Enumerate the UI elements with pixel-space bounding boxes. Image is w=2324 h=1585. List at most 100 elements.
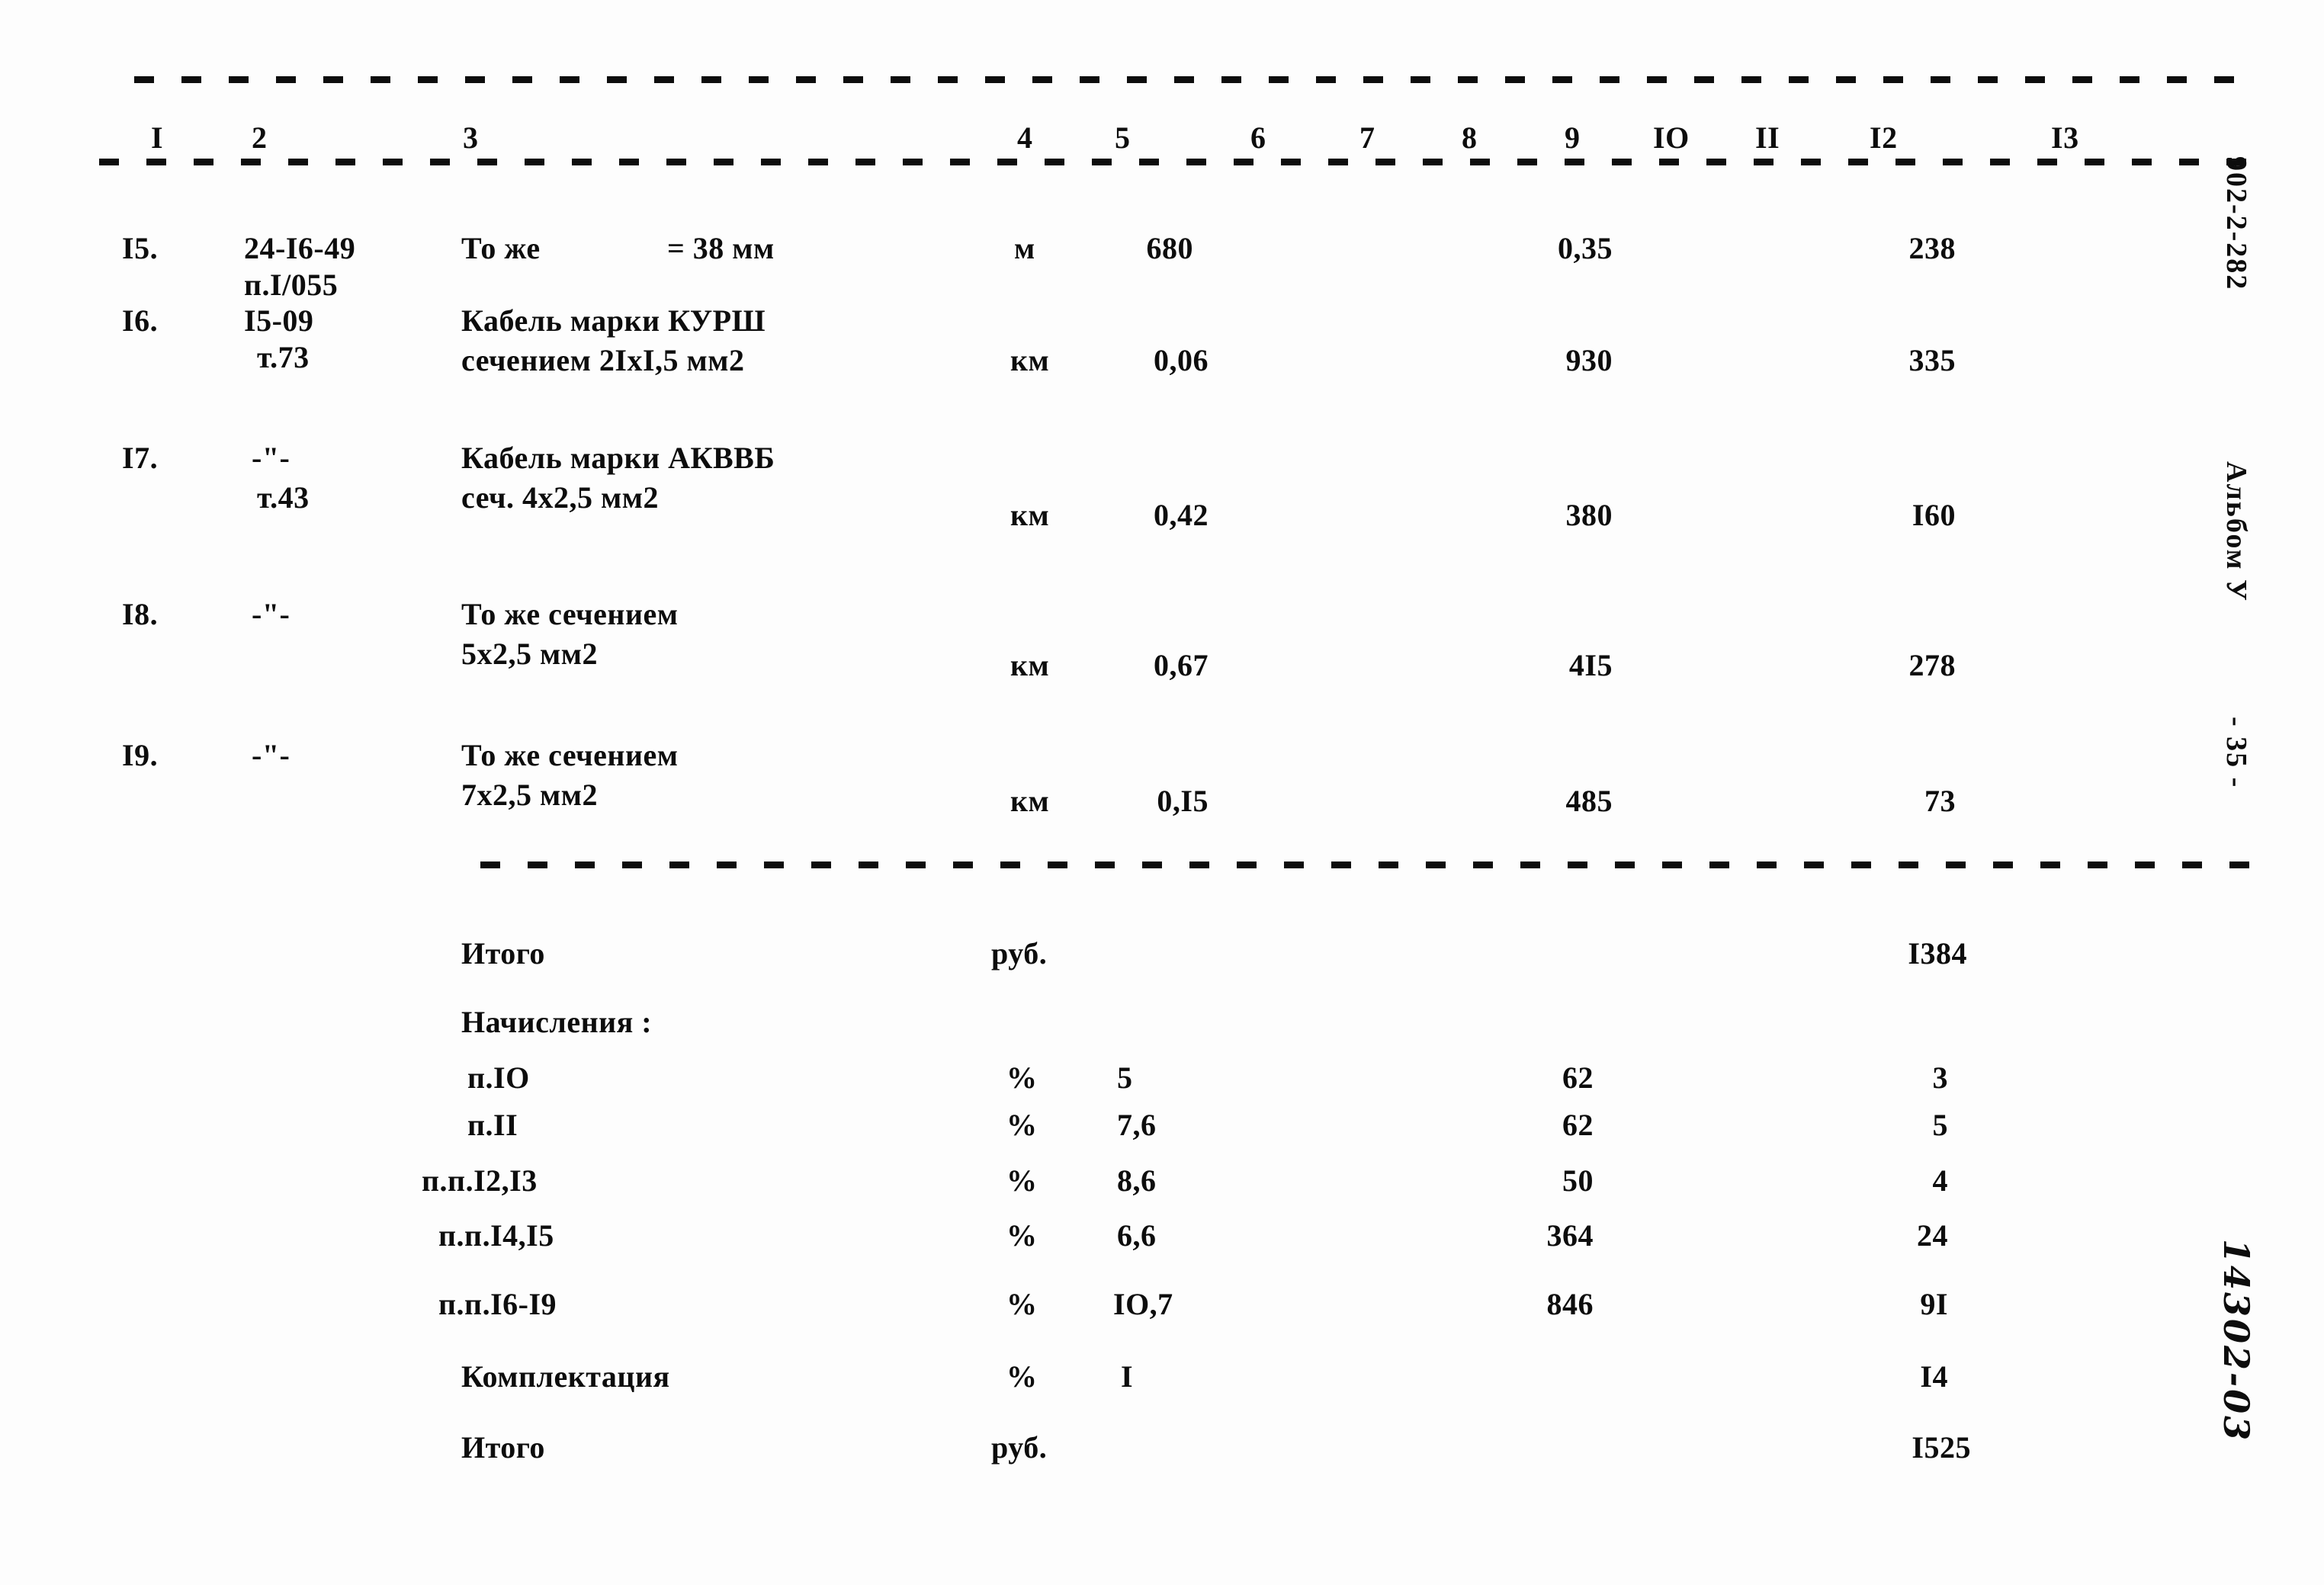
row-total: 238 <box>1908 231 1956 265</box>
row-reference-line-1: -"- <box>252 441 290 475</box>
column-number-4: 4 <box>1017 120 1033 155</box>
row-reference-line-1: -"- <box>252 738 290 772</box>
row-description-line-1: То же сечением <box>461 597 679 631</box>
row-description-extra: = 38 мм <box>667 231 775 265</box>
top-dashed-rule <box>134 76 2251 83</box>
charge-rate: 5 <box>1117 1060 1133 1095</box>
charge-amount: 5 <box>1932 1108 1948 1142</box>
completion-rate: I <box>1121 1359 1134 1394</box>
charge-rate: 8,6 <box>1117 1163 1157 1198</box>
charge-base: 62 <box>1562 1108 1594 1142</box>
row-description-line-1: Кабель марки КУРШ <box>461 303 766 338</box>
row-unit-price: 0,35 <box>1558 231 1613 265</box>
column-number-13: I3 <box>2051 120 2079 155</box>
sheet-code-margin: 902-2-282 <box>2220 156 2252 291</box>
charge-label: п.IO <box>467 1060 530 1095</box>
charge-amount: 24 <box>1917 1218 1948 1253</box>
completion-label: Комплектация <box>461 1359 670 1394</box>
grand-total-unit: руб. <box>991 1430 1048 1465</box>
page-number-margin: - 35 - <box>2220 717 2252 789</box>
charge-rate: 7,6 <box>1117 1108 1157 1142</box>
completion-unit: % <box>1006 1359 1038 1394</box>
charge-unit: % <box>1006 1218 1038 1253</box>
charge-rate: 6,6 <box>1117 1218 1157 1253</box>
row-description-line-1: То же сечением <box>461 738 679 772</box>
row-quantity: 0,67 <box>1154 648 1209 682</box>
document-page: I 2 3 4 5 6 7 8 9 IO II I2 I3 I5. 24-I6-… <box>0 0 2324 1585</box>
row-quantity: 680 <box>1146 231 1193 265</box>
charge-unit: % <box>1006 1108 1038 1142</box>
row-total: 278 <box>1908 648 1956 682</box>
summary-subtotal-total: I384 <box>1908 936 1967 971</box>
row-total: 73 <box>1924 784 1956 818</box>
completion-amount: I4 <box>1920 1359 1948 1394</box>
charge-rate: IO,7 <box>1113 1287 1173 1321</box>
row-unit: м <box>1014 231 1035 265</box>
charge-unit: % <box>1006 1287 1038 1321</box>
row-description-line-2: сечением 2IxI,5 мм2 <box>461 343 745 377</box>
row-number: I5. <box>122 231 159 265</box>
row-description-line-1: То же <box>461 231 541 265</box>
grand-total-label: Итого <box>461 1430 545 1465</box>
row-description-line-2: 5х2,5 мм2 <box>461 637 598 671</box>
column-number-5: 5 <box>1115 120 1131 155</box>
charge-base: 364 <box>1546 1218 1594 1253</box>
charge-base: 846 <box>1546 1287 1594 1321</box>
row-description-line-2: сеч. 4х2,5 мм2 <box>461 480 660 515</box>
charge-unit: % <box>1006 1163 1038 1198</box>
row-reference-line-1: -"- <box>252 597 290 631</box>
row-reference-line-1: 24-I6-49 <box>244 231 356 265</box>
row-unit: км <box>1010 343 1050 377</box>
row-description-line-1: Кабель марки АКВВБ <box>461 441 775 475</box>
row-number: I6. <box>122 303 159 338</box>
charge-base: 50 <box>1562 1163 1594 1198</box>
row-quantity: 0,06 <box>1154 343 1209 377</box>
column-number-12: I2 <box>1870 120 1898 155</box>
charge-amount: 3 <box>1932 1060 1948 1095</box>
row-unit-price: 485 <box>1565 784 1613 818</box>
column-number-2: 2 <box>252 120 268 155</box>
charge-label: п.II <box>467 1108 518 1142</box>
column-number-1: I <box>151 120 164 155</box>
grand-total-value: I525 <box>1912 1430 1971 1465</box>
summary-subtotal-unit: руб. <box>991 936 1048 971</box>
column-number-6: 6 <box>1250 120 1266 155</box>
summary-dashed-rule <box>480 861 2249 868</box>
column-number-11: II <box>1755 120 1780 155</box>
row-number: I8. <box>122 597 159 631</box>
charge-label: п.п.I6-I9 <box>438 1287 557 1321</box>
row-unit-price: 4I5 <box>1568 648 1613 682</box>
album-margin: Альбом У <box>2220 461 2252 602</box>
charge-label: п.п.I2,I3 <box>422 1163 538 1198</box>
column-number-8: 8 <box>1462 120 1478 155</box>
charge-amount: 4 <box>1932 1163 1948 1198</box>
row-reference-line-1: I5-09 <box>244 303 314 338</box>
charges-heading: Начисления : <box>461 1005 653 1039</box>
row-reference-line-2: т.73 <box>257 340 310 374</box>
charge-amount: 9I <box>1920 1287 1948 1321</box>
row-number: I7. <box>122 441 159 475</box>
header-dashed-rule <box>99 159 2251 165</box>
row-quantity: 0,I5 <box>1157 784 1209 818</box>
row-unit: км <box>1010 498 1050 532</box>
row-description-line-2: 7х2,5 мм2 <box>461 778 598 812</box>
charge-label: п.п.I4,I5 <box>438 1218 554 1253</box>
row-reference-line-2: т.43 <box>257 480 310 515</box>
charge-base: 62 <box>1562 1060 1594 1095</box>
column-number-9: 9 <box>1565 120 1581 155</box>
row-total: I60 <box>1912 498 1956 532</box>
column-number-3: 3 <box>463 120 479 155</box>
row-number: I9. <box>122 738 159 772</box>
summary-subtotal-label: Итого <box>461 936 545 971</box>
row-unit: км <box>1010 648 1050 682</box>
handwritten-reference-margin: 14302-03 <box>2216 1239 2257 1443</box>
row-total: 335 <box>1908 343 1956 377</box>
row-reference-line-2: п.I/055 <box>244 268 339 302</box>
column-number-7: 7 <box>1359 120 1375 155</box>
row-unit: км <box>1010 784 1050 818</box>
charge-unit: % <box>1006 1060 1038 1095</box>
column-number-10: IO <box>1653 120 1690 155</box>
row-quantity: 0,42 <box>1154 498 1209 532</box>
row-unit-price: 380 <box>1565 498 1613 532</box>
row-unit-price: 930 <box>1565 343 1613 377</box>
